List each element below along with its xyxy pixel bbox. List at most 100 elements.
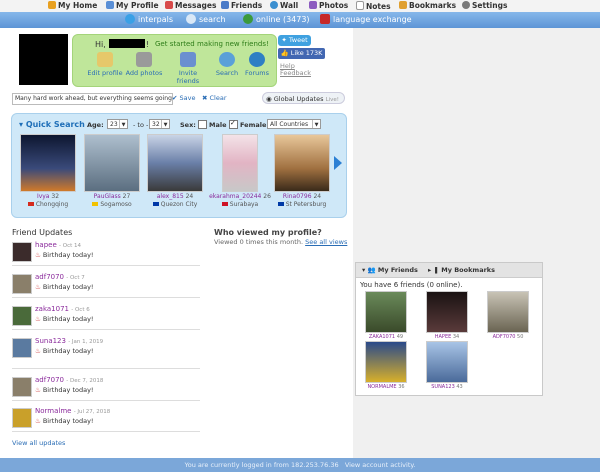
global-updates-button[interactable]: ◉ Global Updates Live! <box>262 92 345 104</box>
friend-card[interactable]: SUNA123 43 <box>423 341 471 390</box>
male-checkbox[interactable] <box>198 120 207 129</box>
update-user[interactable]: adf7070 - Dec 7, 2018 <box>35 376 103 384</box>
friend-thumbnail[interactable] <box>12 338 32 358</box>
next-arrow-icon[interactable] <box>334 156 342 170</box>
update-user[interactable]: zaka1071 - Oct 6 <box>35 305 90 313</box>
friend-photo[interactable] <box>487 291 529 333</box>
divider <box>12 368 200 369</box>
update-item: zaka1071 - Oct 6 ♨ Birthday today! <box>12 304 200 328</box>
see-all-views-link[interactable]: See all views <box>305 238 347 246</box>
friend-photo[interactable] <box>365 341 407 383</box>
birthday-cake-icon: ♨ <box>35 417 41 425</box>
friends-icon: 👥 <box>367 266 376 274</box>
invite-friends-action[interactable]: Invite friends <box>167 52 209 85</box>
search-result-card[interactable]: PauGlass 27 Sogamoso <box>84 134 140 208</box>
forums-action[interactable]: Forums <box>236 52 278 77</box>
chevron-down-icon: ▼ <box>119 120 127 128</box>
friend-thumbnail[interactable] <box>12 377 32 397</box>
greeting: Hi,! <box>95 39 149 49</box>
birthday-cake-icon: ♨ <box>35 251 41 259</box>
search-result-card[interactable]: alex_815 24 Quezon City <box>147 134 203 208</box>
friend-thumbnail[interactable] <box>12 274 32 294</box>
update-user[interactable]: Suna123 - Jan 1, 2019 <box>35 337 103 345</box>
online-icon <box>243 14 253 24</box>
tweet-button[interactable]: ✦ Tweet <box>278 35 311 46</box>
friend-name[interactable]: NORMALME 36 <box>362 384 410 390</box>
result-name[interactable]: alex_815 24 <box>147 193 203 200</box>
search-result-card[interactable]: Rina0796 24 St Petersburg <box>274 134 330 208</box>
account-activity-link[interactable]: View account activity. <box>345 461 416 469</box>
chevron-right-icon: ▸ <box>428 266 432 274</box>
bookmarks-icon <box>399 1 407 9</box>
country-select[interactable]: All Countries ▼ <box>267 119 321 129</box>
flag-icon <box>27 202 34 206</box>
nav-my-home[interactable]: My Home <box>48 1 97 11</box>
friend-card[interactable]: HAPEE 34 <box>423 291 471 340</box>
band-search[interactable]: search <box>186 14 226 26</box>
clear-status-link[interactable]: ✖ Clear <box>202 94 227 102</box>
get-started-text: Get started making new friends! <box>155 40 269 48</box>
age-to-select[interactable]: 32 ▼ <box>149 119 170 129</box>
age-from-select[interactable]: 23 ▼ <box>107 119 128 129</box>
band-online[interactable]: online (3473) <box>243 14 310 26</box>
friend-name[interactable]: ZAKA1071 49 <box>362 334 410 340</box>
friend-name[interactable]: HAPEE 34 <box>423 334 471 340</box>
save-status-link[interactable]: ✔ Save <box>172 94 195 102</box>
invite-friends-icon <box>180 52 196 67</box>
edit-profile-action[interactable]: Edit profile <box>84 52 126 77</box>
result-name[interactable]: PauGlass 27 <box>84 193 140 200</box>
nav-my-profile[interactable]: My Profile <box>106 1 159 11</box>
result-photo[interactable] <box>274 134 330 192</box>
result-photo[interactable] <box>84 134 140 192</box>
update-user[interactable]: hapee - Oct 14 <box>35 241 81 249</box>
update-user[interactable]: adf7070 - Oct 7 <box>35 273 85 281</box>
result-name[interactable]: Rina0796 24 <box>274 193 330 200</box>
my-friends-box: ▾ 👥 My Friends ▸ ❚ My Bookmarks You have… <box>355 262 543 396</box>
feedback-link[interactable]: Feedback <box>280 69 311 77</box>
friend-thumbnail[interactable] <box>12 408 32 428</box>
nav-friends[interactable]: Friends <box>221 1 262 11</box>
chevron-down-icon: ▼ <box>312 120 320 128</box>
band-interpals[interactable]: interpals <box>125 14 173 26</box>
update-user[interactable]: Normalme - Jul 27, 2018 <box>35 407 110 415</box>
friend-card[interactable]: ZAKA1071 49 <box>362 291 410 340</box>
friend-card[interactable]: ADF7070 50 <box>484 291 532 340</box>
facebook-like-button[interactable]: 👍 Like 173K <box>278 48 325 59</box>
add-photos-action[interactable]: Add photos <box>123 52 165 77</box>
friend-thumbnail[interactable] <box>12 306 32 326</box>
female-checkbox[interactable] <box>229 119 238 129</box>
friend-name[interactable]: SUNA123 43 <box>423 384 471 390</box>
result-name[interactable]: Ivya 32 <box>20 193 76 200</box>
friend-photo[interactable] <box>365 291 407 333</box>
nav-messages[interactable]: Messages <box>165 1 216 11</box>
nav-notes[interactable]: Notes <box>356 1 391 11</box>
nav-wall[interactable]: Wall <box>270 1 298 11</box>
update-message: ♨ Birthday today! <box>35 251 94 259</box>
status-input[interactable]: Many hard work ahead, but everything see… <box>12 93 173 105</box>
search-result-card[interactable]: ekarahma_20244 26 Surabaya <box>208 134 272 208</box>
nav-settings[interactable]: Settings <box>462 1 507 11</box>
avatar[interactable] <box>19 34 68 85</box>
friend-name[interactable]: ADF7070 50 <box>484 334 532 340</box>
profile-icon <box>106 1 114 9</box>
friend-card[interactable]: NORMALME 36 <box>362 341 410 390</box>
tab-my-friends[interactable]: ▾ 👥 My Friends <box>362 266 418 274</box>
friend-photo[interactable] <box>426 291 468 333</box>
friend-thumbnail[interactable] <box>12 242 32 262</box>
band-language-exchange[interactable]: language exchange <box>320 14 412 26</box>
result-photo[interactable] <box>20 134 76 192</box>
search-icon <box>186 14 196 24</box>
result-photo[interactable] <box>147 134 203 192</box>
result-name[interactable]: ekarahma_20244 26 <box>208 193 272 200</box>
result-photo[interactable] <box>222 134 258 192</box>
search-result-card[interactable]: Ivya 32 Chongqing <box>20 134 76 208</box>
friend-photo[interactable] <box>426 341 468 383</box>
birthday-cake-icon: ♨ <box>35 315 41 323</box>
quick-search-title[interactable]: ▾ Quick Search <box>19 120 85 129</box>
tab-my-bookmarks[interactable]: ▸ ❚ My Bookmarks <box>428 266 495 274</box>
view-all-updates-link[interactable]: View all updates <box>12 439 65 447</box>
friends-icon <box>221 1 229 9</box>
friend-updates-title: Friend Updates <box>12 228 73 237</box>
nav-bookmarks[interactable]: Bookmarks <box>399 1 456 11</box>
nav-photos[interactable]: Photos <box>309 1 348 11</box>
